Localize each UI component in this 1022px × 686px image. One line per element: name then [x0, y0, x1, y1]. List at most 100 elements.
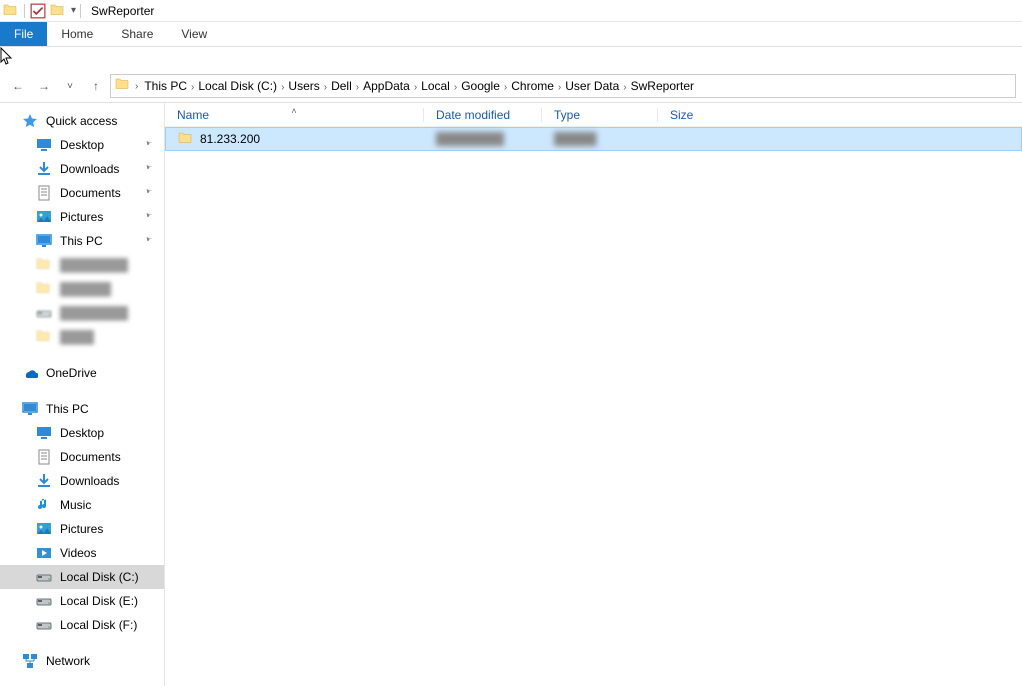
sidebar-item-label: Local Disk (E:) — [60, 594, 138, 608]
column-name[interactable]: Name˄ — [165, 108, 423, 122]
sidebar-network[interactable]: Network — [0, 649, 164, 673]
nav-recent-dropdown[interactable]: ˅ — [58, 74, 82, 98]
qat-dropdown-icon[interactable]: ▾ — [71, 5, 76, 16]
nav-forward-button[interactable]: → — [32, 74, 56, 98]
pictures-icon — [36, 209, 52, 225]
disk-icon — [36, 593, 52, 609]
column-size[interactable]: Size — [657, 108, 735, 122]
cell-type: █████ — [542, 132, 658, 146]
sidebar-item-label: Documents — [60, 450, 121, 464]
column-headers: Name˄ Date modified Type Size — [165, 103, 1022, 127]
qat-new-folder-icon[interactable] — [49, 2, 67, 20]
breadcrumb-segment[interactable]: Users — [284, 79, 323, 93]
sidebar-this-pc[interactable]: This PC — [0, 397, 164, 421]
sidebar-item-label: Downloads — [60, 474, 119, 488]
sidebar-item-local-disk-e-[interactable]: Local Disk (E:) — [0, 589, 164, 613]
ribbon-tabs: File Home Share View — [0, 22, 1022, 47]
pin-icon — [143, 186, 154, 200]
breadcrumb-segment[interactable]: Google — [457, 79, 504, 93]
sidebar-item-label: Local Disk (C:) — [60, 570, 139, 584]
file-row[interactable]: 81.233.200█████████████ — [165, 127, 1022, 151]
sidebar-item-label: Pictures — [60, 210, 103, 224]
cell-name: 81.233.200 — [166, 131, 424, 147]
navigation-pane[interactable]: Quick access Desktop Downloads Documents Pi… — [0, 103, 165, 686]
qat-properties-icon[interactable] — [29, 2, 47, 20]
qat-separator-2 — [80, 4, 81, 18]
file-list-pane: Name˄ Date modified Type Size 81.233.200… — [165, 103, 1022, 686]
disk-icon — [36, 569, 52, 585]
column-date-modified[interactable]: Date modified — [423, 108, 541, 122]
pin-icon — [143, 162, 154, 176]
breadcrumb-segment[interactable]: User Data — [561, 79, 623, 93]
sidebar-item-pictures[interactable]: Pictures — [0, 205, 164, 229]
monitor-icon — [36, 233, 52, 249]
sidebar-item-label: Desktop — [60, 138, 104, 152]
star-icon — [22, 113, 38, 129]
download-icon — [36, 161, 52, 177]
music-icon — [36, 497, 52, 513]
nav-back-button[interactable]: ← — [6, 74, 30, 98]
sidebar-onedrive[interactable]: OneDrive — [0, 361, 164, 385]
sidebar-item-label: This PC — [60, 234, 103, 248]
tab-home[interactable]: Home — [47, 22, 107, 46]
sidebar-item-desktop[interactable]: Desktop — [0, 133, 164, 157]
quick-access-toolbar: ▾ — [2, 2, 83, 20]
cell-date: ████████ — [424, 132, 542, 146]
breadcrumb-segment[interactable]: Local Disk (C:) — [194, 79, 281, 93]
breadcrumb-segment[interactable]: AppData — [359, 79, 414, 93]
sidebar-item-documents[interactable]: Documents — [0, 181, 164, 205]
sidebar-item-label: Local Disk (F:) — [60, 618, 137, 632]
sidebar-redacted-item[interactable]: ██████ — [0, 277, 164, 301]
sidebar-redacted-item[interactable]: ████████ — [0, 301, 164, 325]
qat-folder-icon[interactable] — [2, 2, 20, 20]
onedrive-icon — [22, 365, 38, 381]
address-folder-icon — [115, 77, 131, 96]
disk-icon — [36, 617, 52, 633]
sidebar-item-downloads[interactable]: Downloads — [0, 157, 164, 181]
sidebar-item-pictures[interactable]: Pictures — [0, 517, 164, 541]
column-type[interactable]: Type — [541, 108, 657, 122]
sidebar-item-documents[interactable]: Documents — [0, 445, 164, 469]
breadcrumb-segment[interactable]: Chrome — [507, 79, 558, 93]
sidebar-item-local-disk-c-[interactable]: Local Disk (C:) — [0, 565, 164, 589]
sidebar-item-this-pc[interactable]: This PC — [0, 229, 164, 253]
file-rows: 81.233.200█████████████ — [165, 127, 1022, 151]
sidebar-item-music[interactable]: Music — [0, 493, 164, 517]
sidebar-item-desktop[interactable]: Desktop — [0, 421, 164, 445]
sidebar-item-label: Downloads — [60, 162, 119, 176]
nav-up-button[interactable]: ↑ — [84, 74, 108, 98]
breadcrumb-segment[interactable]: SwReporter — [627, 79, 698, 93]
sidebar-item-videos[interactable]: Videos — [0, 541, 164, 565]
folder-icon — [178, 131, 194, 147]
cursor-icon — [0, 47, 14, 67]
desktop-icon — [36, 425, 52, 441]
document-icon — [36, 185, 52, 201]
breadcrumb-segment[interactable]: Local — [417, 79, 454, 93]
sidebar-redacted-item[interactable]: ████████ — [0, 253, 164, 277]
tab-view[interactable]: View — [167, 22, 221, 46]
sidebar-item-label: Documents — [60, 186, 121, 200]
sidebar-redacted-item[interactable]: ████ — [0, 325, 164, 349]
sidebar-item-label: Videos — [60, 546, 96, 560]
tab-file[interactable]: File — [0, 22, 47, 46]
document-icon — [36, 449, 52, 465]
sort-asc-icon: ˄ — [291, 106, 296, 116]
sidebar-item-local-disk-f-[interactable]: Local Disk (F:) — [0, 613, 164, 637]
qat-separator — [24, 4, 25, 18]
chevron-right-icon[interactable]: › — [135, 81, 138, 92]
pin-icon — [143, 234, 154, 248]
sidebar-item-label: Desktop — [60, 426, 104, 440]
download-icon — [36, 473, 52, 489]
address-bar[interactable]: › This PC›Local Disk (C:)›Users›Dell›App… — [110, 74, 1016, 98]
pin-icon — [143, 138, 154, 152]
sidebar-quick-access[interactable]: Quick access — [0, 109, 164, 133]
breadcrumb-segment[interactable]: This PC — [140, 79, 191, 93]
nav-bar: ← → ˅ ↑ › This PC›Local Disk (C:)›Users›… — [0, 70, 1022, 103]
sidebar-item-label: Music — [60, 498, 91, 512]
sidebar-item-downloads[interactable]: Downloads — [0, 469, 164, 493]
desktop-icon — [36, 137, 52, 153]
pictures-icon — [36, 521, 52, 537]
breadcrumb-segment[interactable]: Dell — [327, 79, 356, 93]
sidebar-item-label: Pictures — [60, 522, 103, 536]
tab-share[interactable]: Share — [107, 22, 167, 46]
